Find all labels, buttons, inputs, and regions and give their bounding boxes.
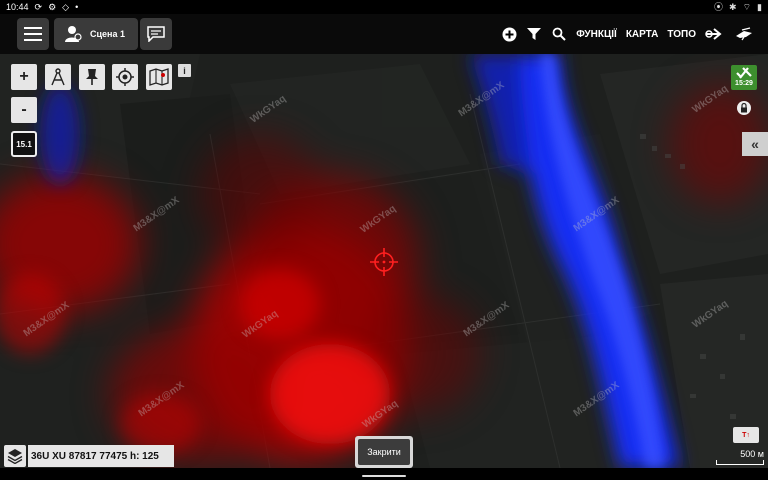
- sync-icon: ⟳: [34, 2, 43, 12]
- map-menu[interactable]: КАРТА: [626, 29, 659, 40]
- status-bar: 10:44 ⟳ ⚙ ◇ • ⦿ ✱ ⌔ ▮: [0, 0, 768, 14]
- chat-icon: [147, 26, 165, 42]
- double-chevron-left-icon: «: [751, 136, 759, 152]
- map-scale-button[interactable]: 15.1: [11, 131, 37, 157]
- route-icon[interactable]: [705, 26, 725, 42]
- crosshair-icon: [370, 248, 398, 276]
- close-button[interactable]: Закрити: [355, 436, 413, 468]
- functions-menu[interactable]: ФУНКЦІЇ: [576, 29, 617, 40]
- zoom-in-button[interactable]: +: [11, 64, 37, 90]
- pin-button[interactable]: [79, 64, 105, 90]
- scene-button[interactable]: Сцена 1: [54, 18, 138, 50]
- lock-button[interactable]: [737, 101, 751, 115]
- zoom-out-label: -: [21, 101, 27, 118]
- scene-label: Сцена 1: [90, 29, 125, 39]
- scale-bar-label: 500 м: [740, 449, 764, 459]
- layers-button[interactable]: [4, 445, 26, 467]
- search-icon[interactable]: [551, 26, 567, 42]
- hamburger-menu-button[interactable]: [17, 18, 49, 50]
- target-icon: [116, 68, 134, 86]
- coordinates-readout[interactable]: 36U XU 87817 77475 h: 125: [28, 445, 174, 467]
- top-app-bar: Сцена 1 ФУНКЦІЇ КАРТА ТОПО: [0, 14, 768, 54]
- map-layers-button[interactable]: [146, 64, 172, 90]
- scale-bar-line: [716, 460, 764, 465]
- lock-icon: [741, 102, 747, 113]
- settings-icon: ⚙: [48, 2, 57, 12]
- north-arrow-button[interactable]: T↑: [733, 427, 759, 443]
- shield-icon: ◇: [62, 2, 70, 12]
- battery-icon: ▮: [757, 2, 762, 12]
- my-location-button[interactable]: [112, 64, 138, 90]
- gps-time: 15:29: [735, 80, 753, 87]
- home-gesture-handle[interactable]: [362, 475, 406, 477]
- navigation-bar: [0, 468, 768, 480]
- compass-divider-icon: [51, 68, 65, 86]
- scale-value: 15.1: [16, 139, 32, 149]
- clock: 10:44: [6, 2, 29, 12]
- expand-panel-button[interactable]: «: [742, 132, 768, 156]
- filter-icon[interactable]: [526, 26, 542, 42]
- user-pin-icon: [65, 26, 82, 42]
- layers-icon: [7, 449, 23, 464]
- add-icon[interactable]: [501, 26, 517, 42]
- drone-icon[interactable]: [734, 26, 754, 42]
- chat-button[interactable]: [140, 18, 172, 50]
- satellite-icon: [736, 67, 752, 79]
- dot-icon: •: [75, 2, 79, 12]
- coordinates-text: 36U XU 87817 77475 h: 125: [31, 450, 159, 462]
- measure-button[interactable]: [45, 64, 71, 90]
- wifi-off-icon: ⌔: [742, 2, 752, 12]
- info-label: i: [183, 65, 186, 76]
- zoom-in-label: +: [19, 68, 29, 85]
- location-icon: ⦿: [714, 2, 724, 12]
- north-arrow-icon: T↑: [742, 431, 750, 439]
- zoom-out-button[interactable]: -: [11, 97, 37, 123]
- info-button[interactable]: i: [178, 64, 191, 77]
- folded-map-icon: [149, 68, 169, 86]
- pin-icon: [86, 69, 98, 85]
- close-label: Закрити: [367, 447, 401, 457]
- scale-bar: 500 м: [716, 449, 764, 465]
- bluetooth-off-icon: ✱: [729, 2, 737, 12]
- topo-menu[interactable]: ТОПО: [667, 29, 696, 40]
